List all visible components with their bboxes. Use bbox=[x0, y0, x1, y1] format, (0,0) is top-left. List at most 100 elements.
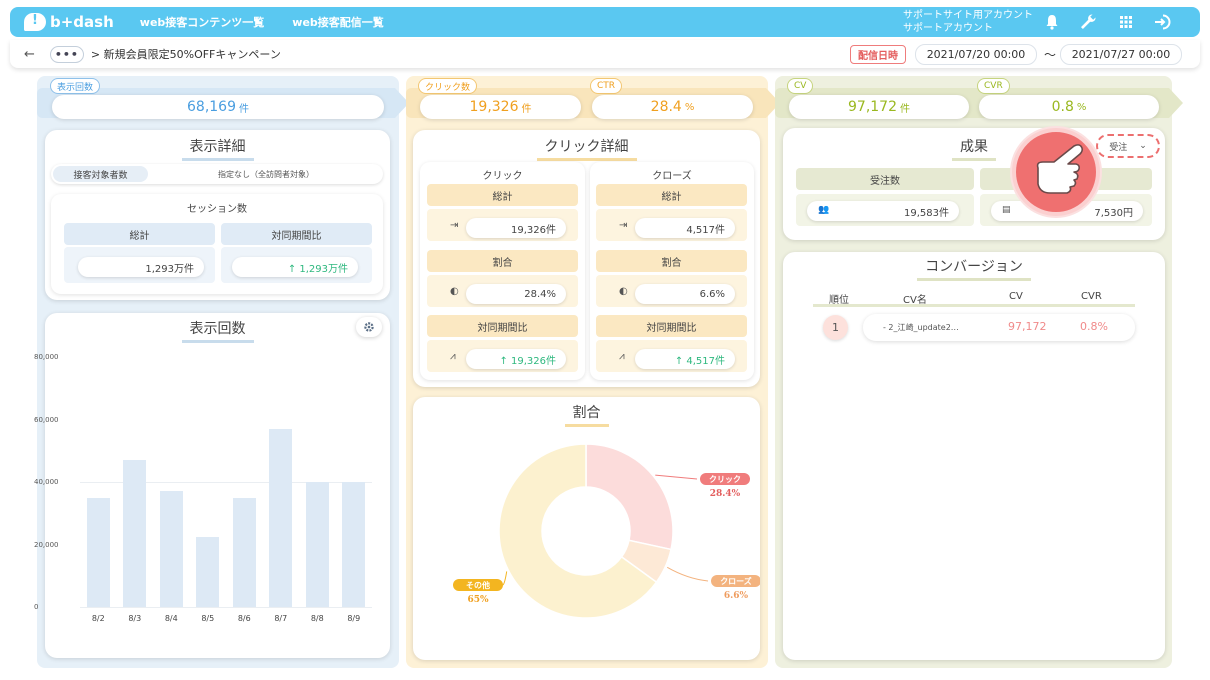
delivery-date-label: 配信日時 bbox=[850, 45, 906, 64]
result-type-selected: 受注 bbox=[1109, 142, 1128, 153]
result-type-dropdown[interactable]: 受注 ⌄ bbox=[1096, 134, 1160, 158]
chart-settings-button[interactable] bbox=[356, 317, 382, 337]
grid-icon[interactable] bbox=[1116, 12, 1136, 32]
date-from-field[interactable]: 2021/07/20 00:00 bbox=[915, 44, 1037, 65]
brand-logo[interactable]: b+dash bbox=[24, 13, 114, 31]
click-ratio-header: 割合 bbox=[427, 250, 578, 272]
cv-cell: 97,172 bbox=[1008, 320, 1047, 333]
cv-unit: 件 bbox=[900, 103, 910, 115]
cvr-tag: CVR bbox=[977, 78, 1010, 94]
conversion-card: コンバージョン 順位 CV名 CV CVR 1 - 2_江崎_update2… … bbox=[783, 252, 1165, 660]
tab-target-value[interactable]: 指定なし（全訪問者対象） bbox=[151, 166, 381, 182]
logout-icon[interactable] bbox=[1152, 12, 1172, 32]
orders-header: 受注数 bbox=[796, 168, 974, 190]
gear-icon bbox=[364, 322, 374, 332]
donut-slice-0[interactable] bbox=[585, 443, 674, 551]
impressions-value: 68,169 bbox=[187, 99, 236, 115]
cv-name-cell: - 2_江崎_update2… bbox=[883, 323, 959, 332]
results-card: 成果 受注 ⌄ 受注数 19,583件 👥 7,530円 ▤ bbox=[783, 128, 1165, 240]
impressions-unit: 件 bbox=[239, 103, 249, 115]
pointer-hand-overlay bbox=[1012, 128, 1100, 216]
click-total-header: 総計 bbox=[427, 184, 578, 206]
breadcrumb-bar: ← ••• > 新規会員限定50%OFFキャンペーン 配信日時 2021/07/… bbox=[10, 40, 1200, 68]
back-arrow-icon[interactable]: ← bbox=[24, 47, 35, 62]
chevron-down-icon: ⌄ bbox=[1139, 141, 1147, 151]
cvr-cell: 0.8% bbox=[1080, 320, 1108, 333]
bar-8/6[interactable] bbox=[232, 497, 256, 607]
click-metrics-title: クリック bbox=[482, 171, 523, 182]
trend-chart-icon: ⩘ bbox=[450, 351, 456, 362]
ctr-value: 28.4 bbox=[650, 99, 682, 115]
col-cvr: CVR bbox=[1081, 291, 1102, 302]
ratio-donut-chart: クリック 28.4% クローズ 6.6% その他 65% bbox=[453, 443, 760, 619]
bell-icon[interactable] bbox=[1042, 12, 1062, 32]
bar-8/9[interactable] bbox=[342, 482, 366, 607]
date-to-field[interactable]: 2021/07/27 00:00 bbox=[1060, 44, 1182, 65]
table-row[interactable]: - 2_江崎_update2… 97,172 0.8% bbox=[863, 314, 1135, 341]
y-tick-label: 40,000 bbox=[34, 478, 59, 486]
cv-total: 97,172 件 bbox=[789, 95, 969, 119]
trend-chart-icon: ⩘ bbox=[619, 351, 625, 362]
session-total-header: 総計 bbox=[64, 223, 215, 245]
x-tick-label: 8/5 bbox=[201, 614, 215, 623]
donut-label-name: その他 bbox=[466, 580, 490, 590]
click-count-value: 19,326 bbox=[469, 99, 519, 115]
nav-link-contents[interactable]: web接客コンテンツ一覧 bbox=[140, 14, 265, 30]
account-info[interactable]: サポートサイト用アカウント サポートアカウント bbox=[903, 9, 1033, 35]
y-tick-label: 60,000 bbox=[34, 415, 59, 424]
donut-label-name: クローズ bbox=[720, 576, 752, 586]
close-metrics-title: クローズ bbox=[652, 171, 692, 182]
bar-8/4[interactable] bbox=[159, 491, 183, 607]
pie-icon: ◐ bbox=[450, 286, 459, 297]
wrench-icon[interactable] bbox=[1078, 12, 1098, 32]
donut-leader-line bbox=[655, 474, 698, 480]
impressions-total: 68,169 件 bbox=[52, 95, 384, 119]
ctr-unit: % bbox=[684, 101, 695, 113]
logo-text: b+dash bbox=[50, 13, 114, 31]
close-total-value: 4,517件 bbox=[635, 218, 735, 238]
donut-label-percent: 6.6% bbox=[724, 591, 749, 601]
donut-leader-line bbox=[502, 571, 508, 586]
tab-target-visitors[interactable]: 接客対象者数 bbox=[53, 166, 148, 182]
ctr-tag: CTR bbox=[590, 78, 623, 94]
donut-leader-line bbox=[666, 566, 709, 582]
bar-8/7[interactable] bbox=[269, 428, 293, 607]
impressions-chart-title: 表示回数 bbox=[45, 318, 390, 343]
breadcrumb-more-button[interactable]: ••• bbox=[49, 45, 84, 63]
x-tick-label: 8/7 bbox=[274, 614, 288, 623]
donut-label-percent: 28.4% bbox=[710, 489, 741, 499]
close-total-header: 総計 bbox=[596, 184, 747, 206]
col-cv: CV bbox=[1009, 291, 1023, 302]
invoice-icon: ▤ bbox=[1002, 205, 1011, 215]
click-count-total: 19,326 件 bbox=[420, 95, 581, 119]
cvr-value: 0.8 bbox=[1051, 99, 1074, 115]
click-count-tag: クリック数 bbox=[418, 78, 478, 94]
cv-tag: CV bbox=[787, 78, 814, 94]
x-tick-label: 8/6 bbox=[237, 614, 251, 623]
nav-link-deliveries[interactable]: web接客配信一覧 bbox=[292, 14, 384, 30]
conversion-title: コンバージョン bbox=[783, 256, 1165, 281]
col-rank: 順位 bbox=[829, 295, 849, 306]
donut-label-name: クリック bbox=[709, 474, 741, 484]
target-segment-tabs: 接客対象者数 指定なし（全訪問者対象） bbox=[51, 164, 383, 184]
x-tick-label: 8/4 bbox=[164, 614, 178, 623]
cvr-total: 0.8 % bbox=[979, 95, 1159, 119]
bar-8/5[interactable] bbox=[196, 536, 220, 607]
close-compare-value: ↑ 4,517件 bbox=[635, 349, 735, 369]
bar-8/2[interactable] bbox=[86, 497, 110, 607]
pointing-hand-icon bbox=[1036, 144, 1084, 194]
cvr-unit: % bbox=[1076, 101, 1087, 113]
top-navigation-bar: b+dash web接客コンテンツ一覧 web接客配信一覧 サポートサイト用アカ… bbox=[10, 7, 1200, 37]
pie-icon: ◐ bbox=[619, 286, 628, 297]
donut-label-percent: 65% bbox=[467, 595, 489, 605]
close-compare-header: 対同期間比 bbox=[596, 315, 747, 337]
door-icon: ⇥ bbox=[619, 220, 628, 231]
y-tick-label: 80,000 bbox=[34, 353, 59, 361]
bar-8/3[interactable] bbox=[123, 460, 147, 607]
session-count-panel: セッション数 総計 対同期間比 1,293万件 ↑ 1,293万件 bbox=[51, 194, 383, 294]
bar-8/8[interactable] bbox=[305, 482, 329, 607]
session-compare-header: 対同期間比 bbox=[221, 223, 372, 245]
session-compare-value: ↑ 1,293万件 bbox=[232, 257, 358, 277]
x-tick-label: 8/2 bbox=[91, 614, 105, 623]
rank-badge: 1 bbox=[823, 315, 848, 340]
